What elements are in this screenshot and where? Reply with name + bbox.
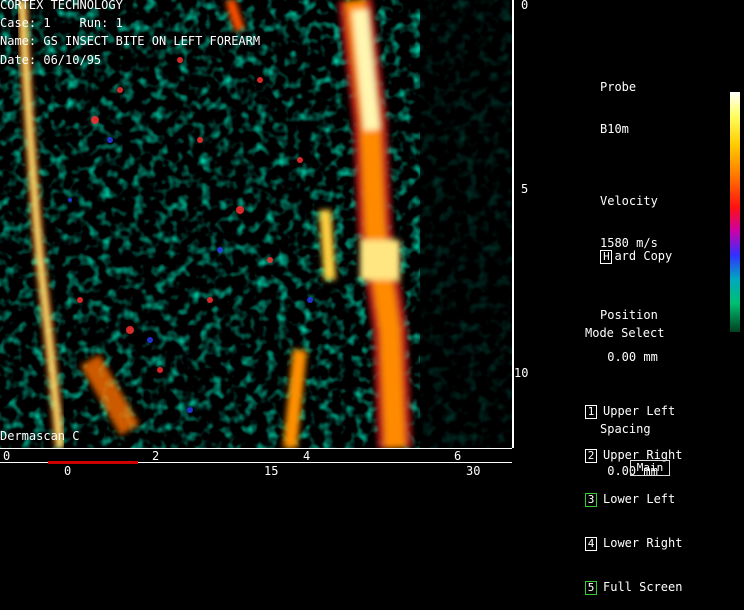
device-label: Dermascan C [0, 429, 80, 443]
mode-label: Full Screen [603, 580, 683, 594]
depth-tick-label: 0 [521, 0, 529, 12]
time-tick-label: 30 [466, 464, 481, 478]
depth-tick-label: 5 [521, 182, 529, 196]
mode-select-panel: Mode Select 1 Upper Left 2 Upper Right 3 Lo… [585, 298, 682, 610]
hard-copy-key: H [600, 250, 613, 264]
mm-scale-axis [0, 448, 512, 449]
date-label: Date: 06/10/95 [0, 53, 102, 67]
time-tick-label: 0 [64, 464, 72, 478]
mode-label: Lower Right [603, 536, 683, 550]
mode-key: 4 [585, 537, 597, 551]
patient-name-label: Name: GS INSECT BITE ON LEFT FOREARM [0, 34, 261, 48]
velocity-label: Velocity [600, 194, 658, 208]
depth-scale-axis [512, 0, 514, 448]
mode-key: 1 [585, 405, 597, 419]
time-tick-label: 15 [264, 464, 279, 478]
mm-tick-label: 4 [303, 449, 311, 463]
mm-tick-label: 2 [152, 449, 160, 463]
mm-tick-label: 6 [454, 449, 462, 463]
company-label: CORTEX TECHNOLOGY [0, 0, 123, 12]
main-button[interactable]: Main [630, 460, 670, 476]
mode-label: Lower Left [603, 492, 676, 506]
mode-upper-left[interactable]: 1 Upper Left [585, 404, 682, 420]
mode-full-screen[interactable]: 5 Full Screen [585, 580, 682, 596]
probe-label: Probe [600, 80, 637, 94]
hard-copy-label: ard Copy [614, 249, 673, 263]
mode-key: 3 [585, 493, 597, 507]
time-scale-marker [48, 461, 138, 464]
mode-lower-right[interactable]: 4 Lower Right [585, 536, 682, 552]
probe-value: B10m [600, 122, 629, 136]
mode-key: 5 [585, 581, 597, 595]
mode-label: Upper Left [603, 404, 676, 418]
depth-tick-label: 10 [514, 366, 529, 380]
hard-copy-button[interactable]: Hard Copy [586, 235, 672, 264]
mode-select-title: Mode Select [585, 326, 665, 340]
mode-key: 2 [585, 449, 597, 463]
mm-tick-label: 0 [3, 449, 11, 463]
case-run-label: Case: 1 Run: 1 [0, 16, 123, 30]
mode-lower-left[interactable]: 3 Lower Left [585, 492, 682, 508]
color-scale-bar [730, 92, 740, 332]
ultrasound-scan-image [0, 0, 512, 448]
